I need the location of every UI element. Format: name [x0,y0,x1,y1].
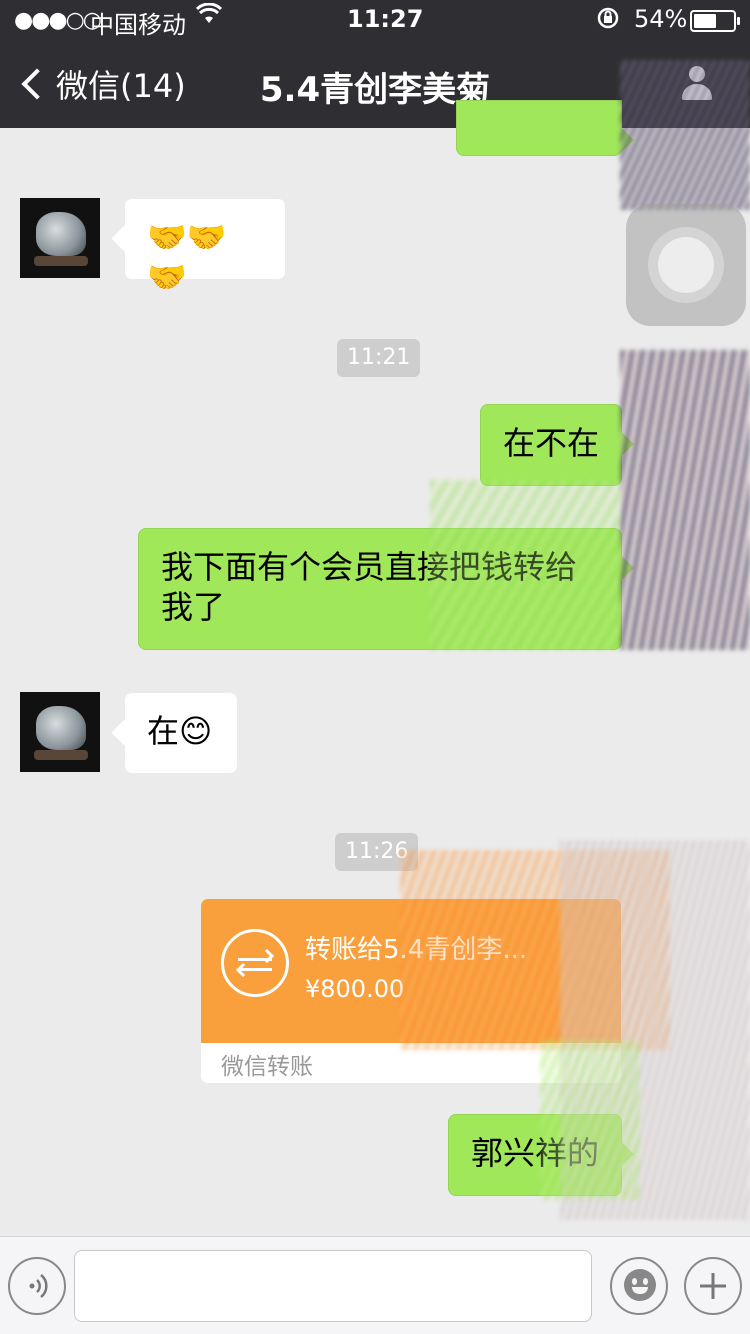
rotation-lock-icon [596,6,620,36]
message-input[interactable] [74,1250,592,1322]
message-text: 🤝🤝🤝 [147,218,227,296]
voice-icon [10,1259,64,1313]
avatar[interactable] [20,692,100,772]
message-bubble-partial [456,100,622,156]
redaction-scribble [620,60,750,210]
carrier-name: 中国移动 [90,11,186,39]
signal-strength: ●●●○○ [14,8,102,33]
transfer-amount: ¥800.00 [305,975,405,1003]
avatar[interactable] [20,198,100,278]
transfer-footer: 微信转账 [221,1054,313,1080]
timestamp: 11:21 [337,339,421,377]
more-button[interactable] [684,1257,742,1315]
redaction-scribble [540,1040,640,1200]
assistive-touch-button[interactable] [626,204,746,326]
voice-button[interactable] [8,1257,66,1315]
message-text: 在😊 [147,712,213,750]
transfer-icon [221,929,289,997]
message-bubble: 在😊 [124,692,238,774]
message-bubble: 🤝🤝🤝 [124,198,286,296]
message-bubble: 在不在 [480,404,622,486]
input-bar [0,1236,750,1334]
battery-icon [690,10,740,32]
emoji-icon [624,1269,656,1301]
status-time: 11:27 [347,5,424,33]
emoji-button[interactable] [610,1257,668,1315]
message-text: 在不在 [503,424,600,462]
plus-icon [686,1259,740,1313]
redaction-scribble [620,350,750,650]
redaction-scribble [430,480,620,650]
status-bar: ●●●○○ 中国移动 11:27 54% [0,0,750,40]
wifi-icon [195,2,223,31]
battery-percent: 54% [634,5,688,33]
